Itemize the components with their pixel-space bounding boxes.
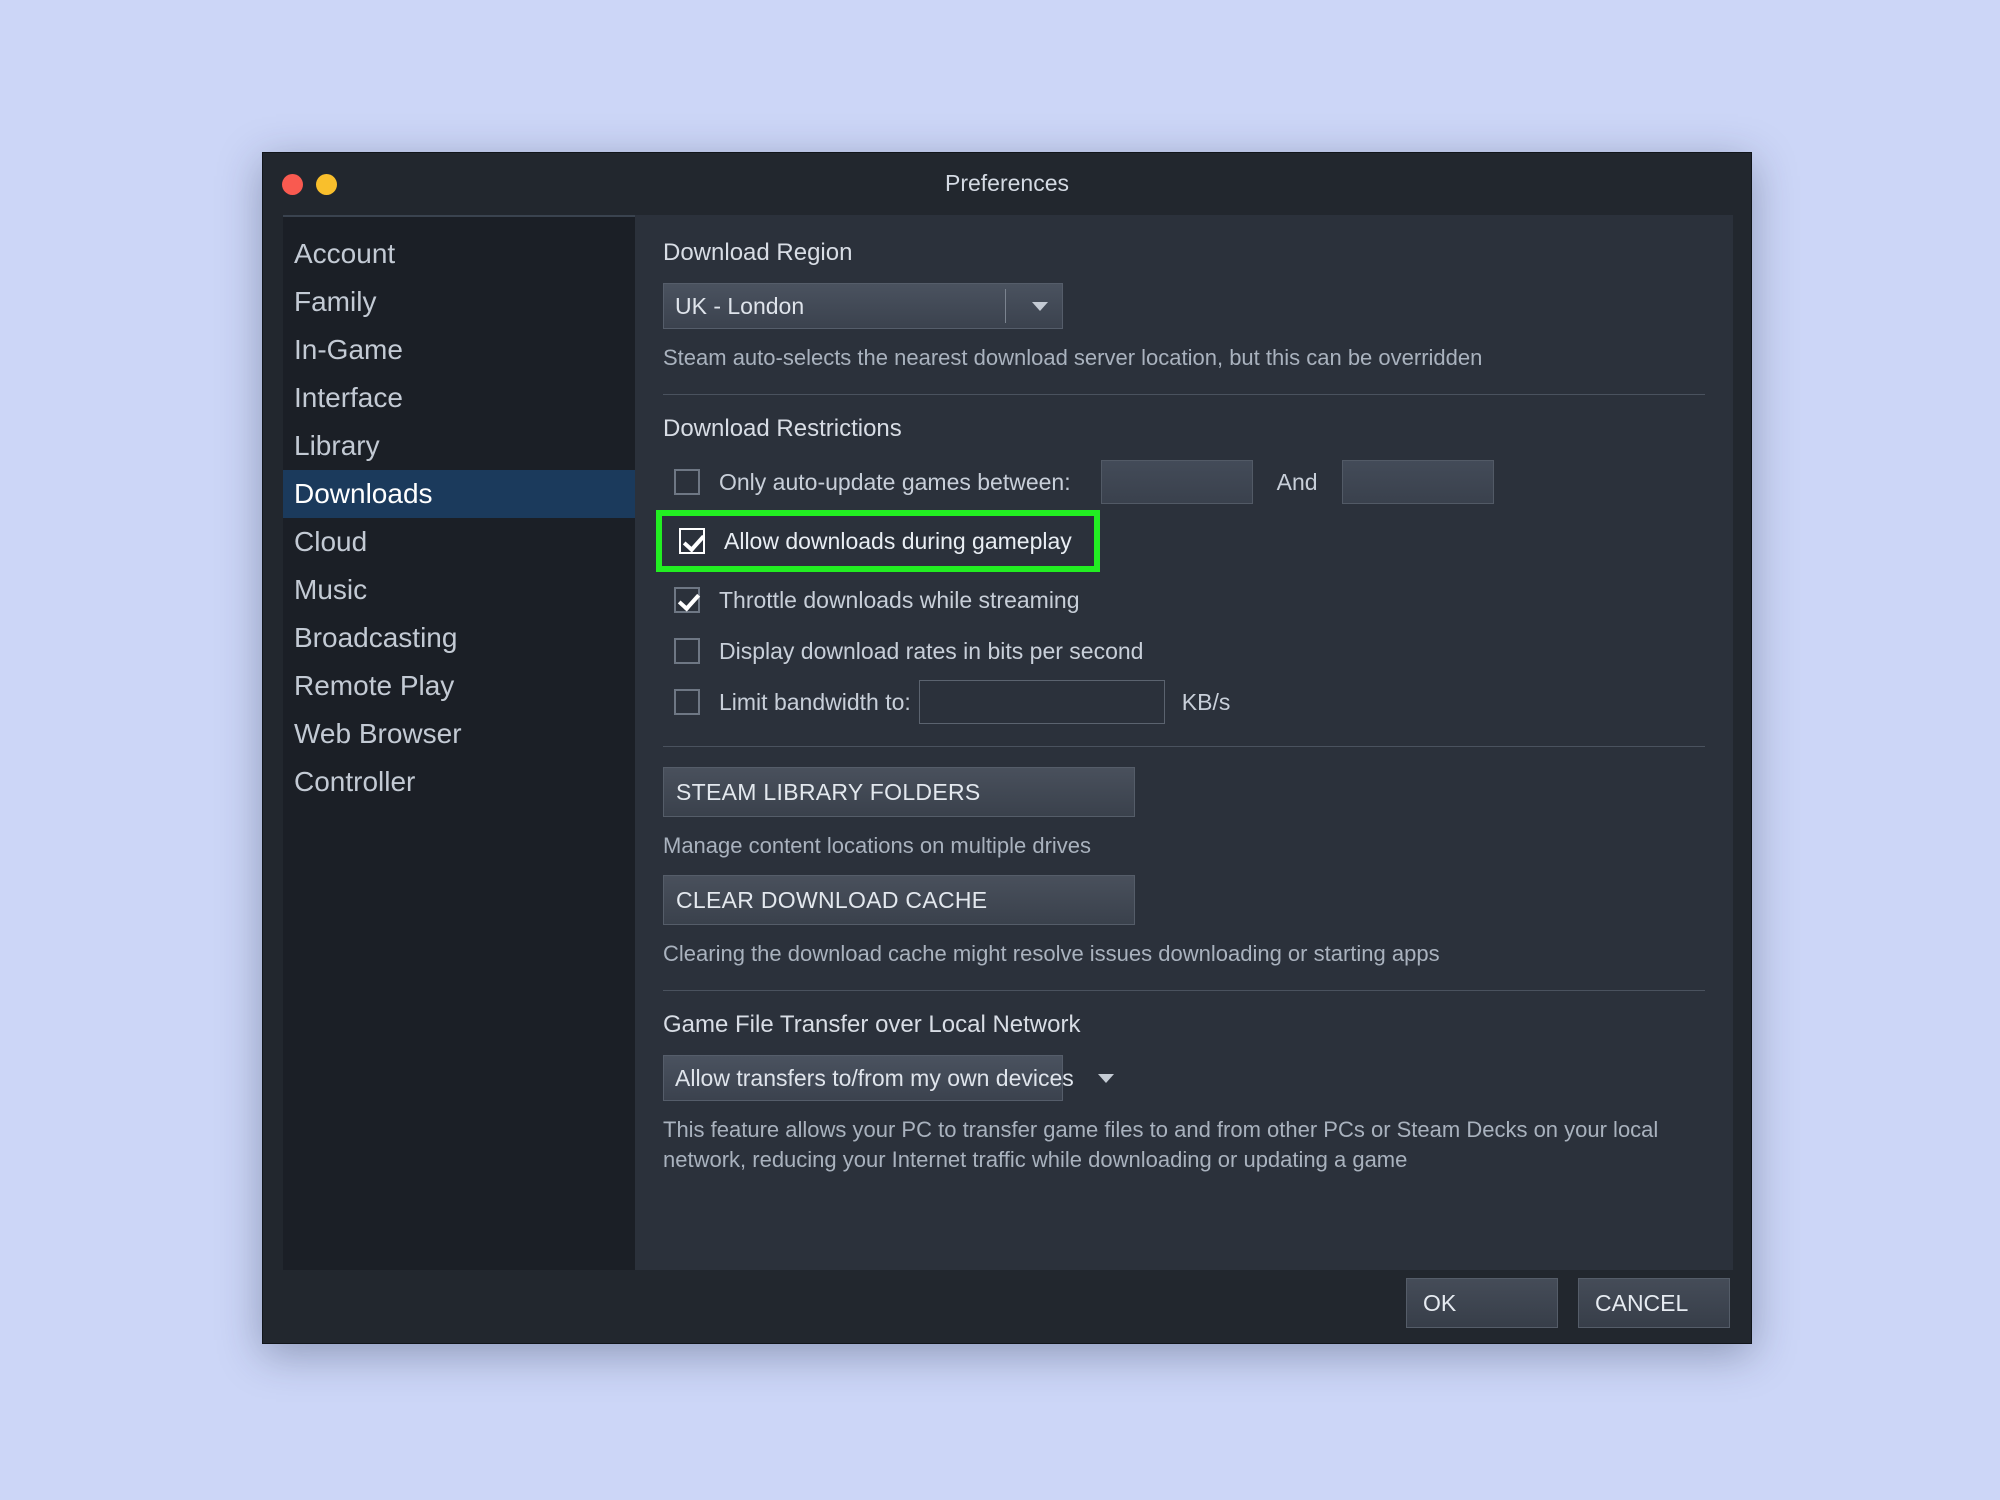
- steam-library-folders-button[interactable]: STEAM LIBRARY FOLDERS: [663, 767, 1135, 817]
- sidebar-item-web-browser[interactable]: Web Browser: [283, 710, 635, 758]
- cancel-button[interactable]: CANCEL: [1578, 1278, 1730, 1328]
- section-divider-3: [663, 990, 1705, 991]
- sidebar-item-downloads[interactable]: Downloads: [283, 470, 635, 518]
- auto-update-row: Only auto-update games between: And: [663, 459, 1705, 505]
- sidebar-item-interface[interactable]: Interface: [283, 374, 635, 422]
- auto-update-end-time-input[interactable]: [1341, 460, 1494, 504]
- and-label: And: [1276, 468, 1318, 495]
- download-region-value: UK - London: [675, 292, 805, 319]
- sidebar-item-broadcasting[interactable]: Broadcasting: [283, 614, 635, 662]
- auto-update-checkbox[interactable]: [674, 469, 700, 495]
- download-restrictions-heading: Download Restrictions: [663, 415, 902, 442]
- game-file-transfer-heading: Game File Transfer over Local Network: [663, 1011, 1081, 1038]
- allow-downloads-during-gameplay-row[interactable]: Allow downloads during gameplay: [668, 518, 1072, 564]
- clear-download-cache-button[interactable]: CLEAR DOWNLOAD CACHE: [663, 875, 1135, 925]
- section-divider: [663, 394, 1705, 395]
- sidebar-item-cloud[interactable]: Cloud: [283, 518, 635, 566]
- title-bar: Preferences: [263, 153, 1751, 215]
- download-region-description: Steam auto-selects the nearest download …: [663, 345, 1483, 370]
- game-file-transfer-select[interactable]: Allow transfers to/from my own devices: [663, 1055, 1114, 1101]
- download-region-select[interactable]: UK - London: [663, 283, 1063, 329]
- chevron-down-icon-2: [1097, 1073, 1114, 1083]
- sidebar-item-account[interactable]: Account: [283, 230, 635, 278]
- chevron-down-icon: [1032, 301, 1048, 311]
- bits-per-second-checkbox[interactable]: [674, 638, 700, 664]
- section-divider-2: [663, 746, 1705, 747]
- throttle-while-streaming-row[interactable]: Throttle downloads while streaming: [663, 577, 1705, 623]
- throttle-while-streaming-checkbox[interactable]: [674, 587, 700, 613]
- limit-bandwidth-row: Limit bandwidth to: KB/s: [663, 679, 1705, 725]
- game-file-transfer-value: Allow transfers to/from my own devices: [675, 1064, 1074, 1091]
- window-title: Preferences: [944, 170, 1069, 196]
- auto-update-start-time-input[interactable]: [1100, 460, 1253, 504]
- sidebar-item-in-game[interactable]: In-Game: [283, 326, 635, 374]
- limit-bandwidth-checkbox[interactable]: [674, 689, 700, 715]
- throttle-while-streaming-label: Throttle downloads while streaming: [719, 586, 1080, 613]
- sidebar-item-controller[interactable]: Controller: [283, 758, 635, 806]
- dropdown-separator: [1005, 289, 1006, 323]
- bits-per-second-label: Display download rates in bits per secon…: [719, 637, 1144, 664]
- sidebar-item-family[interactable]: Family: [283, 278, 635, 326]
- downloads-settings-panel: Download Region UK - London Steam auto-s…: [635, 215, 1733, 1309]
- allow-downloads-during-gameplay-checkbox[interactable]: [679, 528, 705, 554]
- dialog-footer: OK CANCEL: [263, 1270, 1751, 1343]
- clear-download-cache-description: Clearing the download cache might resolv…: [663, 941, 1440, 966]
- preferences-window: Preferences Account Family In-Game Inter…: [262, 152, 1752, 1344]
- sidebar-item-music[interactable]: Music: [283, 566, 635, 614]
- bits-per-second-row[interactable]: Display download rates in bits per secon…: [663, 628, 1705, 674]
- limit-bandwidth-unit: KB/s: [1181, 688, 1231, 715]
- limit-bandwidth-label: Limit bandwidth to:: [719, 688, 911, 715]
- settings-sidebar: Account Family In-Game Interface Library…: [283, 215, 635, 1309]
- window-body: Account Family In-Game Interface Library…: [263, 215, 1751, 1309]
- sidebar-item-remote-play[interactable]: Remote Play: [283, 662, 635, 710]
- limit-bandwidth-input[interactable]: [918, 680, 1165, 724]
- footer-buttons: OK CANCEL: [1406, 1278, 1730, 1328]
- allow-downloads-during-gameplay-label: Allow downloads during gameplay: [724, 527, 1072, 554]
- steam-library-folders-description: Manage content locations on multiple dri…: [663, 833, 1092, 858]
- sidebar-item-library[interactable]: Library: [283, 422, 635, 470]
- auto-update-label: Only auto-update games between:: [719, 468, 1071, 495]
- ok-button[interactable]: OK: [1406, 1278, 1558, 1328]
- game-file-transfer-description: This feature allows your PC to transfer …: [663, 1117, 1659, 1172]
- allow-downloads-during-gameplay-highlight: Allow downloads during gameplay: [656, 510, 1100, 572]
- download-region-heading: Download Region: [663, 239, 853, 266]
